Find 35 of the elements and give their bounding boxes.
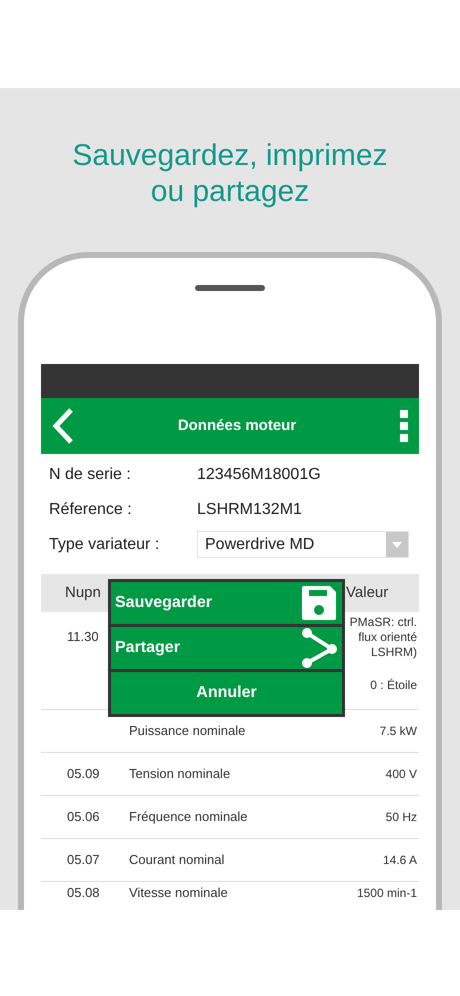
back-icon[interactable] (51, 407, 75, 445)
table-cell: 1500 min-1 (356, 886, 417, 900)
table-cell: 400 V (386, 766, 417, 782)
table-cell: 05.08 (67, 885, 100, 900)
cancel-button[interactable]: Annuler (111, 672, 342, 714)
field-label: N de serie : (49, 464, 132, 484)
variator-select[interactable]: Powerdrive MD (197, 531, 409, 558)
table-cell: Vitesse nominale (129, 885, 228, 900)
table-cell: Courant nominal (129, 852, 224, 867)
app-bar-title: Données moteur (178, 416, 296, 436)
table-cell: Puissance nominale (129, 723, 246, 738)
field-label: Type variateur : (49, 534, 160, 554)
headline: Sauvegardez, imprimez ou partagez (71, 138, 389, 210)
field-label: Réference : (49, 500, 133, 520)
dropdown-icon (386, 532, 408, 557)
table-cell: 14.6 A (382, 852, 417, 868)
speaker-slot (195, 285, 265, 291)
table-cell: 0 : Étoile (370, 678, 417, 693)
table-cell: 05.09 (67, 766, 100, 781)
table-cell: 05.06 (67, 809, 100, 824)
table-cell: 50 Hz (386, 810, 417, 824)
table-cell: 7.5 kW (380, 724, 417, 738)
column-header: Valeur (346, 582, 388, 603)
menu-item[interactable]: Partager (111, 627, 342, 669)
table-cell: 11.30 (67, 629, 99, 644)
table-cell: Fréquence nominale (129, 809, 248, 824)
column-header: Nupn (65, 584, 101, 601)
field-value: LSHRM132M1 (197, 500, 302, 520)
table-cell-text: PMaSR: ctrl. flux orienté LSHRM) (348, 614, 417, 660)
table-cell: 05.07 (67, 852, 100, 867)
menu-item[interactable]: Sauvegarder (111, 582, 342, 624)
share-icon (300, 627, 338, 669)
table-cell: Tension nominale (129, 766, 230, 781)
field-value: 123456M18001G (197, 464, 321, 484)
more-icon[interactable] (398, 409, 409, 443)
